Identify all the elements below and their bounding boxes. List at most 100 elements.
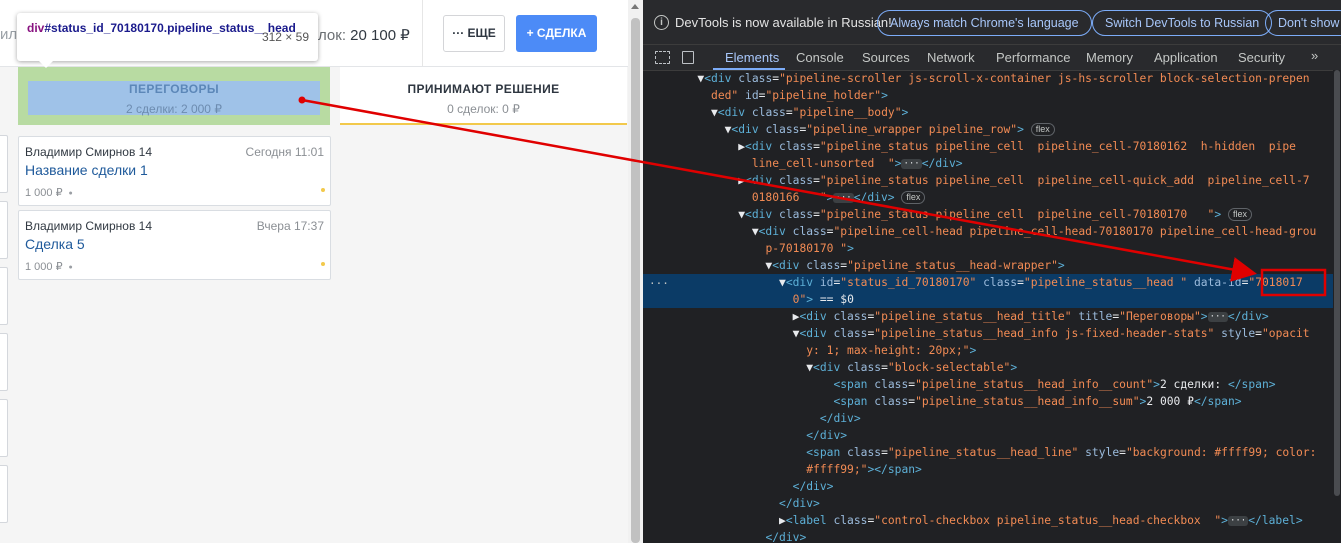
deal-card[interactable]: Владимир Смирнов 14 Вчера 17:37 Сделка 5… [18, 210, 331, 280]
deal-card-time: Сегодня 11:01 [245, 145, 324, 159]
new-deal-button[interactable]: + СДЕЛКА [516, 15, 597, 52]
tab-security[interactable]: Security [1238, 50, 1285, 65]
page-scrollbar[interactable] [628, 0, 643, 543]
tooltip-tag: div [27, 21, 45, 35]
partial-card [0, 333, 8, 391]
language-banner: i DevTools is now available in Russian! … [643, 0, 1341, 45]
crm-pipeline-pane: ил лок: 20 100 ₽ ··· ЕЩЕ + СДЕЛКА ПЕРЕГО… [0, 0, 628, 543]
deal-card-status-dot [321, 188, 325, 192]
dom-tree-line[interactable]: ▼<div class="pipeline_wrapper pipeline_r… [643, 121, 1341, 138]
dom-tree-line[interactable]: line_cell-unsorted "> ··· </div> [643, 155, 1341, 172]
column-title: ПЕРЕГОВОРЫ [128, 82, 220, 96]
collapsed-ellipsis-icon[interactable]: ··· [833, 193, 854, 203]
deal-card[interactable]: Владимир Смирнов 14 Сегодня 11:01 Назван… [18, 136, 331, 206]
pipeline-column-header-decision[interactable]: ПРИНИМАЮТ РЕШЕНИЕ 0 сделок: 0 ₽ [340, 67, 627, 125]
dom-tree-line[interactable]: <span class="pipeline_status__head_info_… [643, 376, 1341, 393]
dom-tree-line[interactable]: 0"> == $0 [643, 291, 1341, 308]
collapsed-ellipsis-icon[interactable]: ··· [901, 159, 922, 169]
devtools-panel: i DevTools is now available in Russian! … [643, 0, 1341, 543]
dom-tree-line[interactable]: ▶<label class="control-checkbox pipeline… [643, 512, 1341, 529]
switch-to-russian-button[interactable]: Switch DevTools to Russian [1092, 10, 1273, 36]
more-tabs-chevron-icon[interactable]: » [1311, 48, 1318, 63]
column-info: 2 сделки: 2 000 ₽ [126, 102, 222, 116]
deal-card-status-dot [321, 262, 325, 266]
more-button[interactable]: ··· ЕЩЕ [443, 15, 505, 52]
dom-tree: ▼<div class="pipeline-scroller js-scroll… [643, 70, 1341, 543]
left-card-strip [0, 135, 8, 535]
dom-tree-line[interactable]: <span class="pipeline_status__head_info_… [643, 393, 1341, 410]
cutoff-text: ил [0, 26, 18, 43]
pipeline-column-header-negotiations[interactable]: ПЕРЕГОВОРЫ 2 сделки: 2 000 ₽ [18, 67, 330, 125]
partial-card [0, 201, 8, 259]
dom-tree-line[interactable]: </div> [643, 495, 1341, 512]
flex-badge[interactable]: flex [1030, 123, 1055, 136]
dom-tree-line[interactable]: ▼<div class="pipeline_status__head_info … [643, 325, 1341, 342]
banner-text: DevTools is now available in Russian! [675, 15, 892, 30]
deal-card-name[interactable]: Сделка 5 [25, 236, 85, 252]
dom-tree-line[interactable]: <span class="pipeline_status__head_line"… [643, 444, 1341, 461]
total-sum-value: 20 100 ₽ [350, 27, 410, 44]
partial-card [0, 267, 8, 325]
devtools-scrollbar-thumb[interactable] [1334, 70, 1340, 496]
inspect-element-icon[interactable] [655, 51, 670, 64]
top-divider [422, 0, 423, 66]
collapsed-ellipsis-icon[interactable]: ··· [1227, 516, 1249, 526]
flex-badge[interactable]: flex [901, 191, 926, 204]
inspect-tooltip-selector: div#status_id_70180170.pipeline_status__… [27, 20, 296, 37]
dom-tree-line[interactable]: ▶<div class="pipeline_status__head_title… [643, 308, 1341, 325]
deal-card-price: 1 000 ₽ [25, 260, 73, 273]
dom-tree-line[interactable]: ▼<div class="pipeline_status__head-wrapp… [643, 257, 1341, 274]
dom-tree-line[interactable]: </div> [643, 529, 1341, 543]
dom-tree-line[interactable]: ▶<div class="pipeline_status pipeline_ce… [643, 138, 1341, 155]
dom-tree-line[interactable]: </div> [643, 427, 1341, 444]
node-actions-ellipsis-icon[interactable]: ··· [649, 277, 669, 290]
dom-tree-line[interactable]: ▼<div class="pipeline_cell-head pipeline… [643, 223, 1341, 240]
partial-card [0, 399, 8, 457]
tab-sources[interactable]: Sources [862, 50, 910, 65]
dom-tree-line[interactable]: 0180166 "> ··· </div> flex [643, 189, 1341, 206]
dom-tree-line[interactable]: ▼<div id="status_id_70180170" class="pip… [643, 274, 1341, 291]
column-color-line [340, 123, 627, 125]
dom-tree-line[interactable]: ▶<div class="pipeline_status pipeline_ce… [643, 172, 1341, 189]
deal-card-user: Владимир Смирнов 14 [25, 145, 152, 159]
flex-badge[interactable]: flex [1227, 208, 1252, 221]
dont-show-button[interactable]: Don't show [1265, 10, 1341, 36]
deal-card-time: Вчера 17:37 [256, 219, 324, 233]
tab-network[interactable]: Network [927, 50, 975, 65]
total-sum: лок: 20 100 ₽ [318, 26, 410, 44]
deal-card-name[interactable]: Название сделки 1 [25, 162, 148, 178]
partial-card [0, 135, 8, 193]
device-toolbar-icon[interactable] [682, 51, 694, 64]
match-language-button[interactable]: Always match Chrome's language [877, 10, 1092, 36]
dom-tree-line[interactable]: #ffff99;"></span> [643, 461, 1341, 478]
info-icon: i [654, 15, 669, 30]
tab-application[interactable]: Application [1154, 50, 1218, 65]
dom-tree-line[interactable]: ▼<div class="block-selectable"> [643, 359, 1341, 376]
tab-console[interactable]: Console [796, 50, 844, 65]
column-title: ПРИНИМАЮТ РЕШЕНИЕ [407, 82, 560, 96]
column-info: 0 сделок: 0 ₽ [447, 102, 520, 116]
dom-tree-line[interactable]: p-70180170 "> [643, 240, 1341, 257]
devtools-tab-bar: Elements Console Sources Network Perform… [643, 45, 1341, 71]
deal-card-price: 1 000 ₽ [25, 186, 73, 199]
dom-tree-line[interactable]: y: 1; max-height: 20px;"> [643, 342, 1341, 359]
collapsed-ellipsis-icon[interactable]: ··· [1207, 312, 1228, 322]
tab-performance[interactable]: Performance [996, 50, 1070, 65]
tooltip-id-class: #status_id_70180170.pipeline_status__hea… [44, 21, 296, 35]
dom-tree-line[interactable]: </div> [643, 478, 1341, 495]
total-sum-label: лок: [318, 27, 346, 44]
inspect-tooltip: div#status_id_70180170.pipeline_status__… [17, 13, 318, 68]
dom-tree-line[interactable]: </div> [643, 410, 1341, 427]
dom-tree-line[interactable]: ded" id="pipeline_holder"> [643, 87, 1341, 104]
scrollbar-thumb[interactable] [631, 18, 640, 543]
dom-tree-line[interactable]: ▼<div class="pipeline_status pipeline_ce… [643, 206, 1341, 223]
dom-tree-line[interactable]: ▼<div class="pipeline-scroller js-scroll… [643, 70, 1341, 87]
tab-memory[interactable]: Memory [1086, 50, 1133, 65]
scroll-up-arrow-icon[interactable] [631, 4, 639, 9]
tab-elements[interactable]: Elements [725, 50, 779, 65]
deal-card-user: Владимир Смирнов 14 [25, 219, 152, 233]
partial-card [0, 465, 8, 523]
devtools-scrollbar[interactable] [1333, 70, 1341, 543]
inspect-tooltip-size: 312 × 59 [261, 30, 309, 44]
dom-tree-line[interactable]: ▼<div class="pipeline__body"> [643, 104, 1341, 121]
